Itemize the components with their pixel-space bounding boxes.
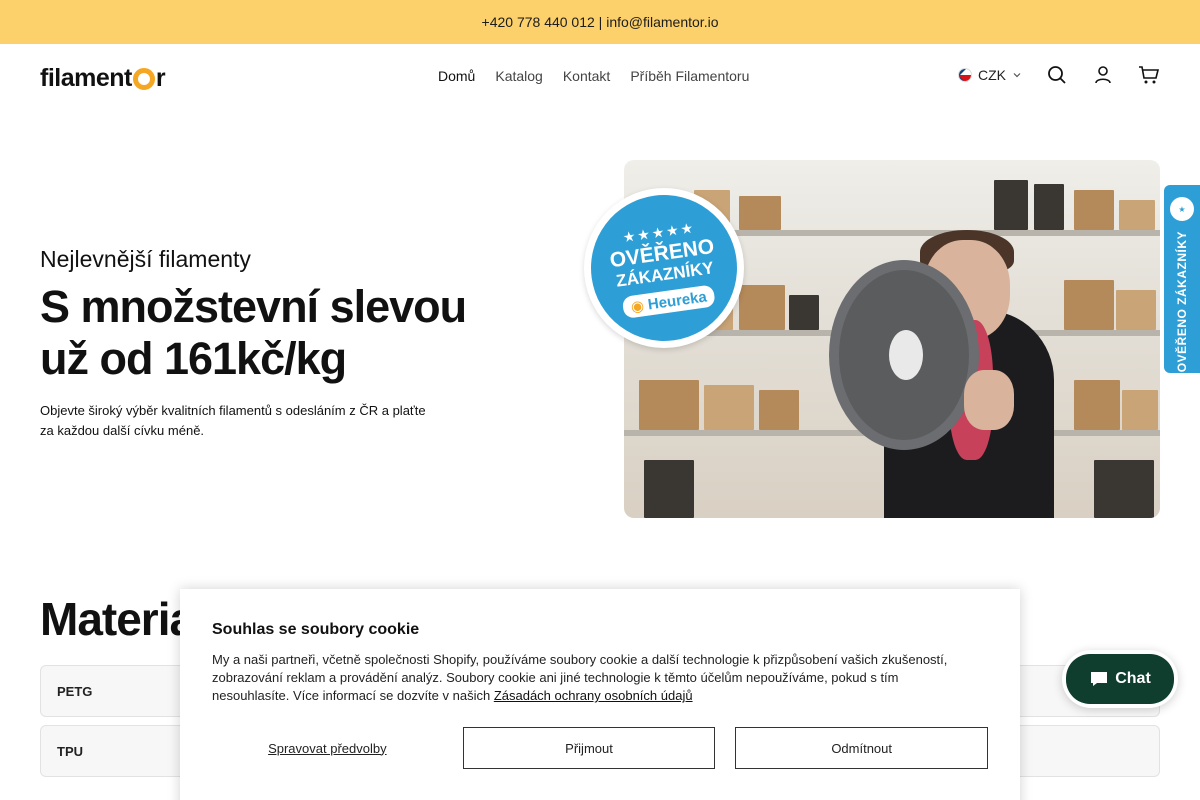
search-icon[interactable] [1046,64,1068,86]
logo[interactable]: filament r [40,63,166,93]
hero-title-line-1: S množstevní slevou [40,281,467,332]
nav-item-contact[interactable]: Kontakt [563,68,610,84]
logo-text: filament [40,63,132,92]
hero-description: Objevte široký výběr kvalitních filament… [40,403,426,438]
announcement-text[interactable]: +420 778 440 012 | info@filamentor.io [482,14,719,30]
materials-title: Materia [40,593,195,645]
cookie-consent-dialog: Souhlas se soubory cookie My a naši part… [180,589,1020,800]
czech-flag-icon [958,68,972,82]
account-icon[interactable] [1092,64,1114,86]
heureka-mini-icon: ★ [1170,197,1194,221]
heureka-verified-badge[interactable]: ★★★★★ OVĚŘENO ZÁKAZNÍKY ◉ Heureka [581,185,747,351]
side-verified-badge[interactable]: ★ OVĚŘENO ZÁKAZNÍKY [1164,185,1200,373]
nav-item-home[interactable]: Domů [438,68,475,84]
chat-label: Chat [1115,670,1151,687]
hero-subtitle: Nejlevnější filamenty [40,246,251,272]
side-badge-text: OVĚŘENO ZÁKAZNÍKY [1175,231,1189,373]
nav-item-story[interactable]: Příběh Filamentoru [630,68,749,84]
hero-text: Nejlevnější filamenty S množstevní slevo… [40,246,500,441]
hero-title-line-2: už od 161kč/kg [40,333,347,384]
nav-item-catalog[interactable]: Katalog [495,68,542,84]
header-actions: CZK [958,64,1160,86]
cookie-text: My a naši partneři, včetně společnosti S… [212,652,948,703]
cart-icon[interactable] [1138,64,1160,86]
decline-button[interactable]: Odmítnout [735,727,988,769]
heureka-brand: ◉ Heureka [621,283,716,319]
site-header: filament r Domů Katalog Kontakt Příběh Fi… [0,44,1200,112]
announcement-bar: +420 778 440 012 | info@filamentor.io [0,0,1200,44]
currency-label: CZK [978,67,1006,83]
main-nav: Domů Katalog Kontakt Příběh Filamentoru [438,68,749,84]
manage-preferences-link[interactable]: Spravovat předvolby [212,741,443,756]
privacy-policy-link[interactable]: Zásadách ochrany osobních údajů [494,688,693,703]
accept-button[interactable]: Přijmout [462,727,716,769]
logo-text-end: r [155,63,166,92]
chat-button[interactable]: Chat [1062,650,1178,708]
hero-title: S množstevní slevou už od 161kč/kg [40,281,500,385]
chevron-down-icon [1013,73,1021,78]
cookie-actions: Spravovat předvolby Přijmout Odmítnout [212,727,988,769]
logo-mark-icon [132,68,155,90]
chat-bubble-icon [1091,672,1108,686]
cookie-title: Souhlas se soubory cookie [212,621,420,638]
currency-selector[interactable]: CZK [958,67,1022,83]
